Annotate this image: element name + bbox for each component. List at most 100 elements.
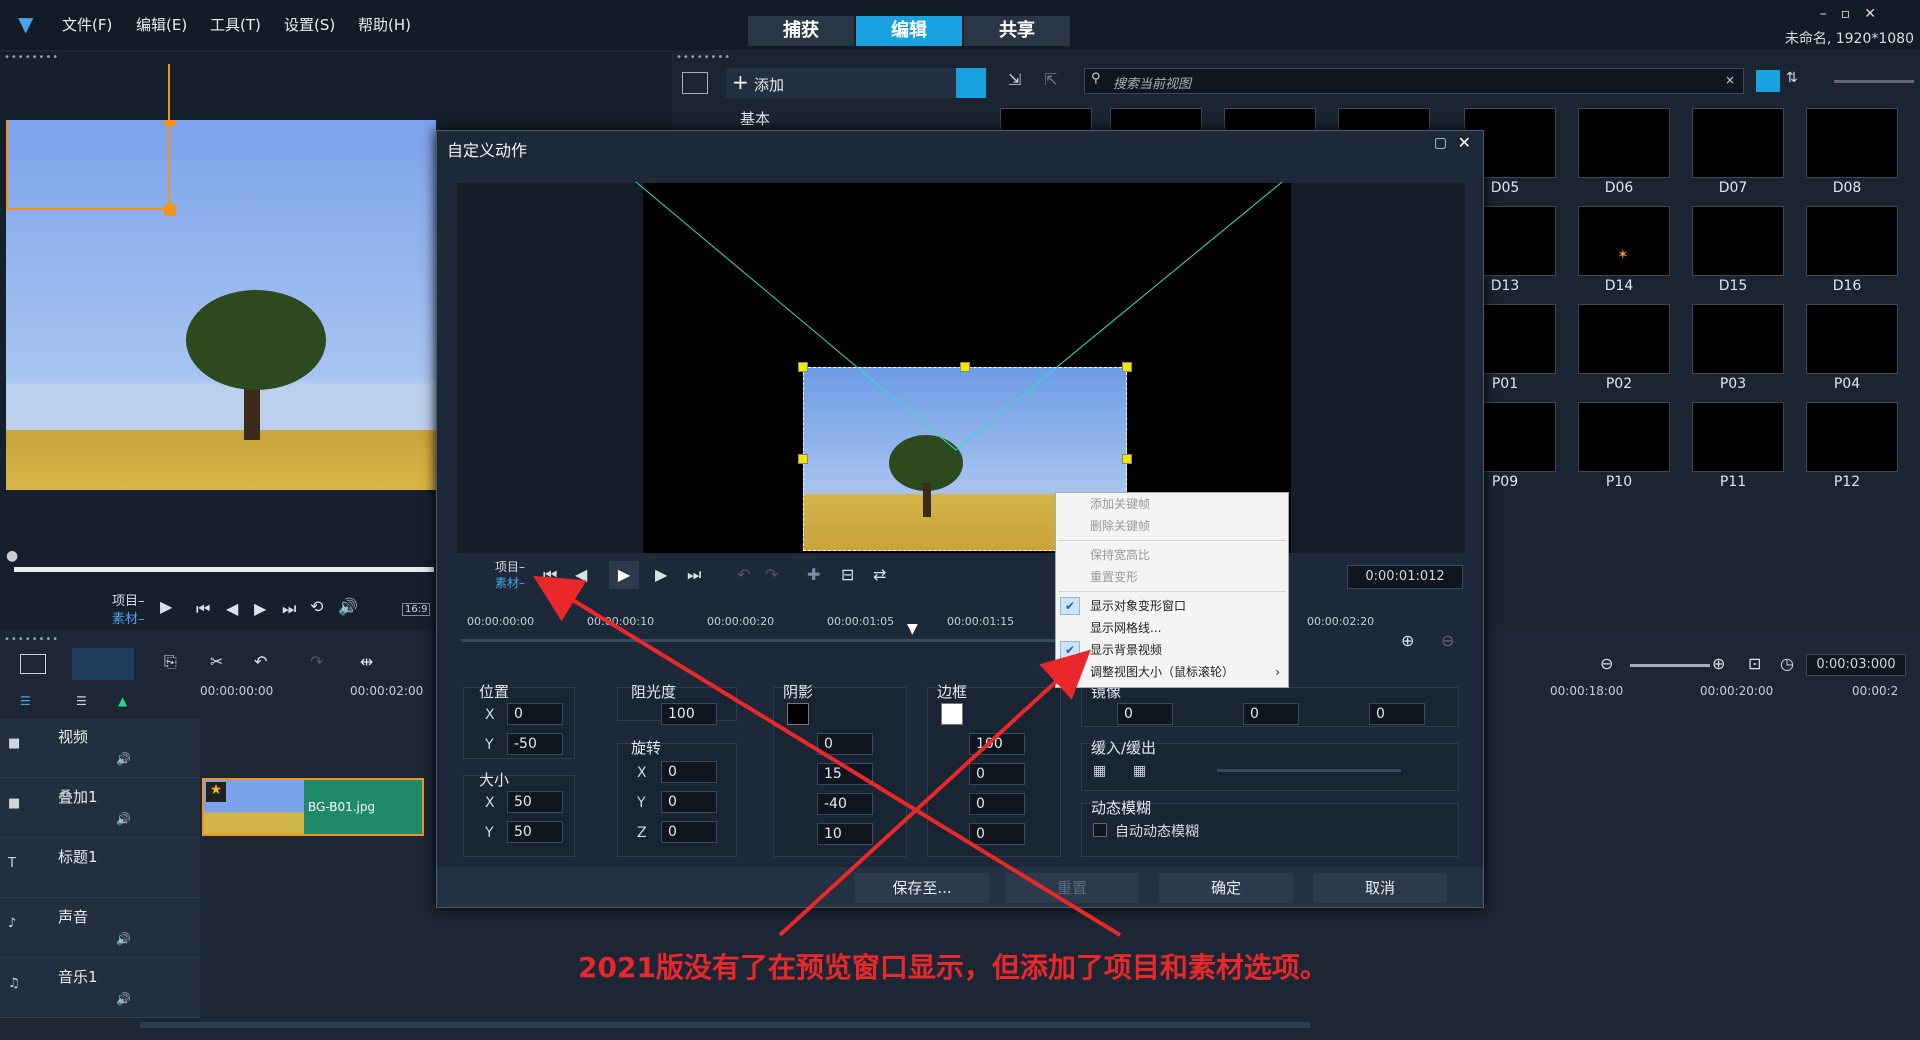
menu-help[interactable]: 帮助(H) — [358, 14, 411, 35]
go-end-icon[interactable]: ⏭ — [687, 565, 701, 585]
maximize-icon[interactable]: ▢ — [1434, 135, 1447, 151]
window-controls[interactable]: –▫✕ — [1820, 6, 1890, 22]
ok-button[interactable]: 确定 — [1159, 873, 1293, 903]
library-search[interactable]: ⚲ 搜索当前视图 × — [1084, 68, 1744, 94]
shadow-angle-input[interactable]: -40 — [817, 793, 873, 815]
menu-show-grid[interactable]: 显示网格线... — [1056, 617, 1288, 639]
sort-icon[interactable]: ⇅ — [1786, 70, 1798, 86]
resize-handle[interactable] — [164, 204, 176, 216]
transform-handle[interactable] — [960, 362, 970, 372]
volume-icon[interactable]: 🔊 — [338, 597, 358, 616]
volume-icon[interactable]: 🔊 — [116, 992, 131, 1006]
preview-clip-label[interactable]: 素材– — [112, 608, 145, 627]
aspect-ratio-button[interactable]: 16:9 — [402, 603, 431, 616]
playhead-icon[interactable]: ▼ — [907, 621, 918, 637]
motion-canvas[interactable] — [457, 183, 1465, 553]
panel-grip[interactable]: •••••••• — [676, 52, 731, 63]
library-thumb[interactable] — [1578, 108, 1670, 178]
add-media-icon[interactable]: ⎘ — [164, 652, 177, 672]
position-x-input[interactable]: 0 — [507, 703, 563, 725]
library-thumb[interactable] — [1806, 206, 1898, 276]
position-y-input[interactable]: -50 — [507, 733, 563, 755]
go-start-icon[interactable]: ⏮ — [196, 599, 210, 619]
track-video[interactable]: ■ 视频 🔊 — [0, 718, 200, 778]
menu-show-transform-window[interactable]: ✔ 显示对象变形窗口 — [1056, 595, 1288, 617]
menu-show-background-video[interactable]: ✔ 显示背景视频 — [1056, 639, 1288, 661]
size-y-input[interactable]: 50 — [507, 821, 563, 843]
mirror-fade-input[interactable]: 0 — [1243, 703, 1299, 725]
border-opacity-input[interactable]: 100 — [969, 733, 1025, 755]
ease-in-icon[interactable]: ▦ — [1093, 763, 1106, 779]
track-manager-icon[interactable]: ☰ — [20, 694, 31, 708]
clock-icon[interactable]: ◷ — [1780, 654, 1794, 673]
ease-out-icon[interactable]: ▦ — [1133, 763, 1146, 779]
tab-edit[interactable]: 编辑 — [856, 16, 962, 46]
mirror-offset-input[interactable]: 0 — [1369, 703, 1425, 725]
shadow-color-swatch[interactable] — [787, 703, 809, 725]
view-list-icon[interactable] — [1756, 70, 1780, 92]
clear-search-icon[interactable]: × — [1725, 73, 1735, 87]
border-blur-input[interactable]: 0 — [969, 793, 1025, 815]
library-thumb[interactable] — [1806, 108, 1898, 178]
save-to-button[interactable]: 保存至... — [855, 873, 989, 903]
opacity-input[interactable]: 100 — [661, 703, 717, 725]
rotation-x-input[interactable]: 0 — [661, 761, 717, 783]
border-radius-input[interactable]: 0 — [969, 823, 1025, 845]
go-end-icon[interactable]: ⏭ — [282, 599, 296, 619]
auto-motion-blur-checkbox[interactable] — [1093, 823, 1107, 837]
add-keyframe-icon[interactable]: ✚ — [807, 565, 820, 584]
library-thumb[interactable] — [1692, 108, 1784, 178]
menu-add-keyframe[interactable]: 添加关键帧 — [1056, 493, 1288, 515]
menu-reset-transform[interactable]: 重置变形 — [1056, 566, 1288, 588]
border-color-swatch[interactable] — [941, 703, 963, 725]
go-start-icon[interactable]: ⏮ — [543, 565, 557, 585]
library-thumb[interactable] — [1578, 402, 1670, 472]
storyboard-view-icon[interactable] — [20, 654, 46, 674]
panel-grip[interactable]: •••••••• — [4, 52, 59, 63]
menu-resize-view[interactable]: 调整视图大小（鼠标滚轮） › — [1056, 661, 1288, 683]
tab-capture[interactable]: 捕获 — [748, 16, 854, 46]
border-width-input[interactable]: 0 — [969, 763, 1025, 785]
dialog-clip-label[interactable]: 素材– — [495, 574, 525, 591]
transform-handle[interactable] — [1122, 362, 1132, 372]
transform-handle[interactable] — [1122, 454, 1132, 464]
preview-image[interactable] — [6, 120, 436, 490]
reset-button[interactable]: 重置 — [1005, 873, 1139, 903]
play-button[interactable]: ▶ — [609, 561, 639, 589]
track-music[interactable]: ♫ 音乐1 🔊 — [0, 958, 200, 1018]
library-thumb[interactable] — [1692, 206, 1784, 276]
cancel-button[interactable]: 取消 — [1313, 873, 1447, 903]
library-thumb[interactable] — [1806, 402, 1898, 472]
zoom-out-icon[interactable]: ⊖ — [1600, 654, 1613, 673]
selection-frame[interactable] — [6, 120, 170, 210]
dialog-timecode[interactable]: 0:00:01:012 — [1347, 565, 1463, 589]
menu-settings[interactable]: 设置(S) — [284, 14, 335, 35]
rotation-y-input[interactable]: 0 — [661, 791, 717, 813]
undo-icon[interactable]: ↶ — [737, 565, 750, 584]
library-thumb[interactable] — [1578, 304, 1670, 374]
volume-icon[interactable]: 🔊 — [116, 752, 131, 766]
library-thumb[interactable]: ✶ — [1578, 206, 1670, 276]
menu-delete-keyframe[interactable]: 删除关键帧 — [1056, 515, 1288, 537]
rotation-z-input[interactable]: 0 — [661, 821, 717, 843]
menu-file[interactable]: 文件(F) — [62, 14, 112, 35]
zoom-in-icon[interactable]: ⊕ — [1712, 654, 1725, 673]
play-icon[interactable]: ▶ — [160, 597, 172, 616]
shadow-blur-input[interactable]: 15 — [817, 763, 873, 785]
cue-icon[interactable]: ▲ — [118, 694, 127, 708]
track-overlay[interactable]: ■ 叠加1 🔊 — [0, 778, 200, 838]
library-thumb[interactable] — [1692, 402, 1784, 472]
fit-timeline-icon[interactable]: ⊡ — [1748, 654, 1761, 673]
undo-icon[interactable]: ↶ — [254, 652, 267, 671]
transform-handle[interactable] — [798, 454, 808, 464]
pin-icon[interactable] — [956, 68, 986, 98]
zoom-out-icon[interactable]: ⊖ — [1441, 631, 1454, 650]
menu-tools[interactable]: 工具(T) — [210, 14, 261, 35]
volume-icon[interactable]: 🔊 — [116, 932, 131, 946]
export-icon[interactable]: ⇱ — [1044, 70, 1057, 89]
prev-frame-icon[interactable]: ◀ — [575, 565, 587, 584]
timeline-view-icon[interactable] — [72, 648, 134, 680]
next-frame-icon[interactable]: ▶ — [254, 599, 266, 618]
preview-project-label[interactable]: 项目– — [112, 590, 145, 609]
prev-frame-icon[interactable]: ◀ — [226, 599, 238, 618]
